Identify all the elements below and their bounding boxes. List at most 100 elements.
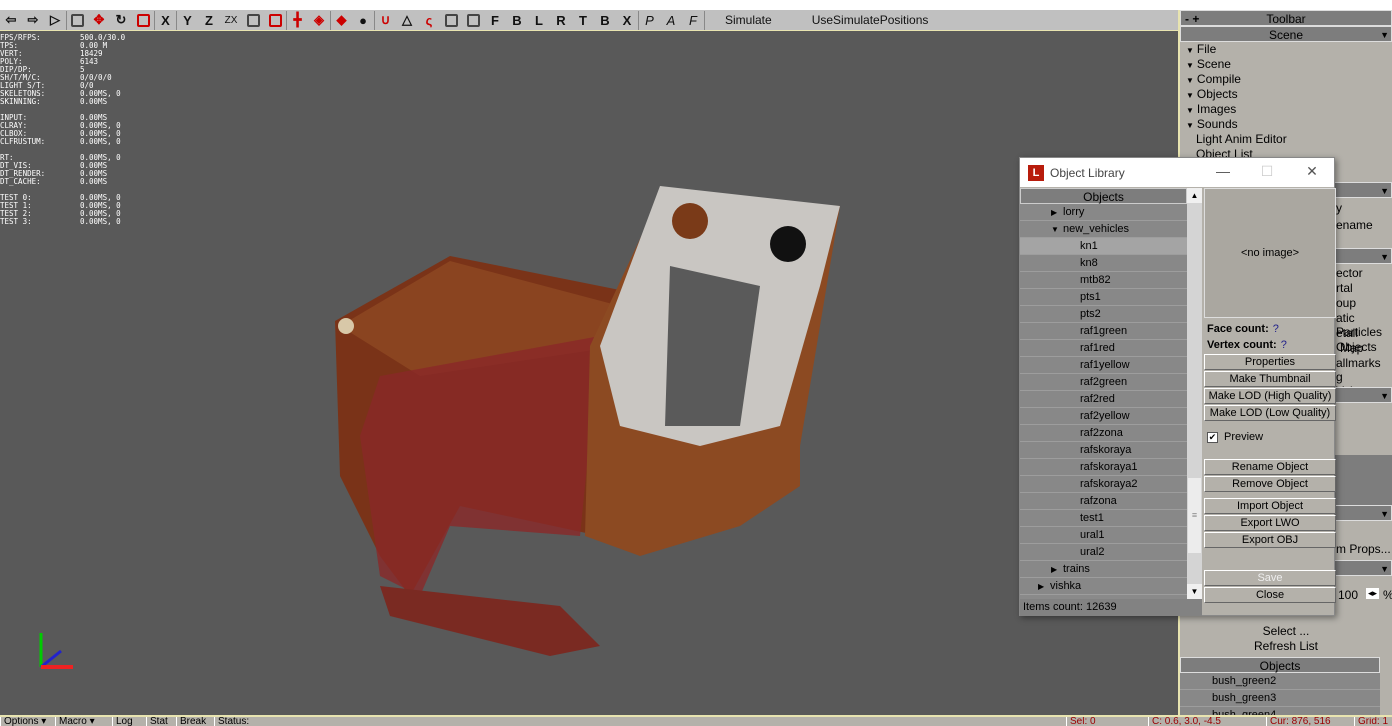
snap-object-button[interactable]: ◈ bbox=[308, 11, 330, 30]
save-button[interactable]: Save bbox=[1204, 570, 1336, 586]
tree-item[interactable]: ural1 bbox=[1020, 527, 1187, 544]
panel-item-fragment[interactable]: y bbox=[1336, 201, 1342, 215]
preview-checkbox[interactable]: ✔ Preview bbox=[1204, 427, 1336, 447]
3d-viewport[interactable]: FPS/RFPS: 500.0/30.0 TPS: 0.00 M VERT: 18429 P… bbox=[0, 31, 1178, 715]
select-arrow-button[interactable]: ▷ bbox=[44, 11, 66, 30]
axis-x-button[interactable]: X bbox=[154, 10, 176, 30]
tree-folder[interactable]: ▶ lorry bbox=[1020, 204, 1187, 221]
axis-y-button[interactable]: Y bbox=[176, 10, 198, 30]
tree-item[interactable]: kn1 bbox=[1020, 238, 1187, 255]
snap-magnet-button[interactable]: ∪ bbox=[374, 10, 396, 30]
view-reset-button[interactable]: X bbox=[616, 11, 638, 30]
redo-button[interactable]: ⇨ bbox=[22, 11, 44, 30]
toolbar-header[interactable]: - + Toolbar bbox=[1180, 10, 1392, 26]
tree-item[interactable]: ural2 bbox=[1020, 544, 1187, 561]
spin-arrows-icon[interactable]: ◂▸ bbox=[1366, 588, 1380, 599]
tree-item[interactable]: raf2zona bbox=[1020, 425, 1187, 442]
tool-item-fragment[interactable]: rtal bbox=[1336, 281, 1353, 295]
macro-menu[interactable]: Macro ▾ bbox=[55, 717, 98, 726]
snap-vertex-button[interactable]: ◆ bbox=[330, 10, 352, 30]
tree-item[interactable]: raf2yellow bbox=[1020, 408, 1187, 425]
undo-button[interactable]: ⇦ bbox=[0, 11, 22, 30]
scene-menu-item[interactable]: ▼ Images bbox=[1180, 102, 1392, 117]
close-button[interactable]: Close bbox=[1204, 587, 1336, 603]
light-anim-editor-item[interactable]: Light Anim Editor bbox=[1180, 132, 1392, 147]
export-lwo-button[interactable]: Export LWO bbox=[1204, 515, 1336, 531]
rename-object-button[interactable]: Rename Object bbox=[1204, 459, 1336, 475]
break-button[interactable]: Break bbox=[176, 717, 209, 726]
tool-item-fragment[interactable]: oup bbox=[1336, 296, 1356, 310]
view-right-button[interactable]: R bbox=[550, 11, 572, 30]
minimize-button[interactable]: — bbox=[1208, 163, 1238, 181]
collapsed-triangle-icon[interactable]: ▶ bbox=[1038, 578, 1050, 595]
make-thumbnail-button[interactable]: Make Thumbnail bbox=[1204, 371, 1336, 387]
panel-item-fragment[interactable]: ename bbox=[1336, 218, 1373, 232]
tool-item-fragment[interactable]: Map bbox=[1340, 341, 1363, 355]
snap-move-button[interactable]: ς bbox=[418, 11, 440, 30]
select-tool-button[interactable] bbox=[66, 10, 88, 30]
zoom-selected-button[interactable] bbox=[462, 11, 484, 30]
view-front-button[interactable]: F bbox=[484, 11, 506, 30]
scroll-down-icon[interactable]: ▼ bbox=[1187, 584, 1202, 599]
refresh-list-button[interactable]: Refresh List bbox=[1180, 639, 1392, 654]
scroll-thumb[interactable]: ≡ bbox=[1188, 478, 1201, 553]
tree-folder[interactable]: ▶ trains bbox=[1020, 561, 1187, 578]
scene-menu-item[interactable]: ▼ Scene bbox=[1180, 57, 1392, 72]
scene-menu-item[interactable]: ▼ Objects bbox=[1180, 87, 1392, 102]
stat-button[interactable]: Stat bbox=[146, 717, 171, 726]
tool-item-fragment[interactable]: ector bbox=[1336, 266, 1363, 280]
make-lod-high-button[interactable]: Make LOD (High Quality) bbox=[1204, 388, 1336, 404]
tree-item[interactable]: rafzona bbox=[1020, 493, 1187, 510]
snap-grid-button[interactable]: ╋ bbox=[286, 10, 308, 30]
import-object-button[interactable]: Import Object bbox=[1204, 498, 1336, 514]
select-button[interactable]: Select ... bbox=[1180, 624, 1392, 639]
snap-normal-button[interactable]: ● bbox=[352, 11, 374, 30]
make-lod-low-button[interactable]: Make LOD (Low Quality) bbox=[1204, 405, 1336, 421]
free-camera-button[interactable]: F bbox=[682, 11, 704, 30]
tree-scrollbar[interactable]: ▲ ≡ ▼ bbox=[1187, 188, 1202, 599]
collapse-expand-buttons[interactable]: - + bbox=[1185, 11, 1199, 27]
move-tool-button[interactable]: ✥ bbox=[88, 11, 110, 30]
tree-item[interactable]: raf1yellow bbox=[1020, 357, 1187, 374]
axis-z-button[interactable]: Z bbox=[198, 11, 220, 30]
tool-item-fragment[interactable]: allmarks bbox=[1336, 356, 1381, 370]
object-list-item[interactable]: bush_green3 bbox=[1180, 690, 1380, 707]
tree-item[interactable]: raf1red bbox=[1020, 340, 1187, 357]
tree-item[interactable]: test1 bbox=[1020, 510, 1187, 527]
export-obj-button[interactable]: Export OBJ bbox=[1204, 532, 1336, 548]
object-list-item[interactable]: bush_green2 bbox=[1180, 673, 1380, 690]
properties-button-fragment[interactable]: m Props... bbox=[1336, 542, 1391, 556]
collapsed-triangle-icon[interactable]: ▶ bbox=[1051, 561, 1063, 578]
collapsed-triangle-icon[interactable]: ▶ bbox=[1051, 204, 1063, 221]
properties-button[interactable]: Properties bbox=[1204, 354, 1336, 370]
tree-item[interactable]: raf2red bbox=[1020, 391, 1187, 408]
dialog-title-bar[interactable]: L Object Library — ☐ ✕ bbox=[1020, 158, 1334, 187]
snap-angle-button[interactable]: △ bbox=[396, 11, 418, 30]
options-menu[interactable]: Options ▾ bbox=[0, 717, 49, 726]
scene-header[interactable]: Scene ▼ bbox=[1180, 26, 1392, 42]
tree-folder[interactable]: ▶ vishka bbox=[1020, 578, 1187, 595]
object-list-item[interactable]: bush_green4 bbox=[1180, 707, 1380, 715]
close-window-button[interactable]: ✕ bbox=[1297, 163, 1327, 181]
axis-zx-button[interactable]: ZX bbox=[220, 11, 242, 30]
scale-tool-button[interactable] bbox=[132, 11, 154, 30]
tree-item[interactable]: kn8 bbox=[1020, 255, 1187, 272]
scene-menu-item[interactable]: ▼ Sounds bbox=[1180, 117, 1392, 132]
scene-menu-item[interactable]: ▼ Compile bbox=[1180, 72, 1392, 87]
ortho-button[interactable]: A bbox=[660, 11, 682, 30]
log-button[interactable]: Log bbox=[112, 717, 136, 726]
tree-item[interactable]: rafskoraya bbox=[1020, 442, 1187, 459]
view-left-button[interactable]: L bbox=[528, 11, 550, 30]
scroll-up-icon[interactable]: ▲ bbox=[1187, 188, 1202, 203]
perspective-button[interactable]: P bbox=[638, 10, 660, 30]
tree-item[interactable]: pts2 bbox=[1020, 306, 1187, 323]
csys-button[interactable] bbox=[242, 11, 264, 30]
tree-item[interactable]: rafskoraya2 bbox=[1020, 476, 1187, 493]
tree-item[interactable]: mtb82 bbox=[1020, 272, 1187, 289]
view-bottom-button[interactable]: B bbox=[594, 11, 616, 30]
tree-item[interactable]: pts1 bbox=[1020, 289, 1187, 306]
tree-item[interactable]: raf1green bbox=[1020, 323, 1187, 340]
remove-object-button[interactable]: Remove Object bbox=[1204, 476, 1336, 492]
zoom-extents-button[interactable] bbox=[440, 11, 462, 30]
scene-menu-item[interactable]: ▼ File bbox=[1180, 42, 1392, 57]
